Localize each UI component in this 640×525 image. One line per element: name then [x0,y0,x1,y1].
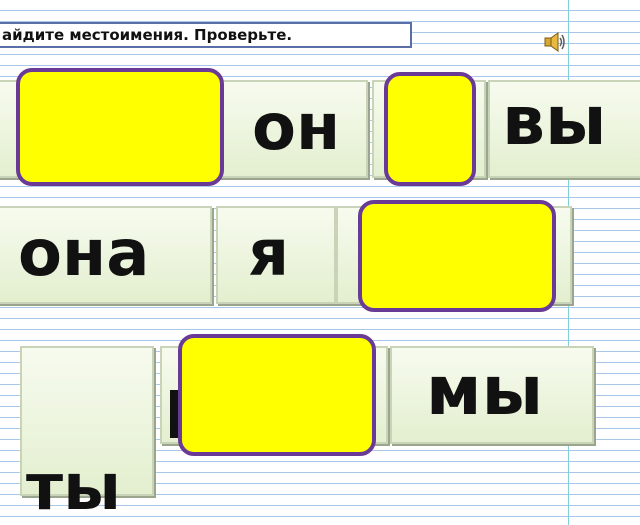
word-tile-vy[interactable]: вы [488,80,640,178]
word-tile-ya[interactable]: я [216,206,336,304]
word-on: он [252,91,341,165]
yellow-cover-3[interactable] [358,200,556,312]
word-tile-my[interactable]: мы [390,346,594,444]
word-ty: ты [26,451,121,525]
speaker-icon[interactable] [544,32,566,52]
instruction-text: айдите местоимения. Проверьте. [2,26,293,44]
yellow-cover-1[interactable] [16,68,224,186]
word-ya: я [248,217,290,291]
word-vy: вы [502,82,607,161]
yellow-cover-2[interactable] [384,72,476,186]
yellow-cover-4[interactable] [178,334,376,456]
word-ona: она [18,217,150,291]
word-my: мы [426,352,544,431]
word-tile-ona[interactable]: она [0,206,212,304]
instruction-banner: айдите местоимения. Проверьте. [0,22,412,48]
word-tile-ty[interactable]: ты [20,346,154,520]
